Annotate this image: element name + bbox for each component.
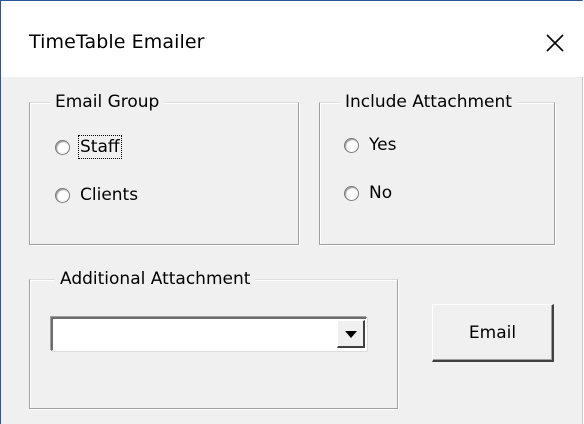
- attachment-combobox[interactable]: [51, 317, 367, 351]
- radio-button[interactable]: [55, 187, 70, 203]
- dropdown-button[interactable]: [337, 320, 365, 348]
- close-icon: [546, 34, 564, 52]
- include-attachment-label: Include Attachment: [340, 90, 517, 114]
- radio-label-yes: Yes: [369, 135, 397, 155]
- title-bar[interactable]: TimeTable Emailer: [1, 1, 583, 77]
- radio-yes[interactable]: Yes: [344, 132, 397, 158]
- radio-label-no: No: [369, 183, 393, 203]
- email-button[interactable]: Email: [432, 304, 554, 362]
- chevron-down-icon: [345, 331, 357, 338]
- radio-label-clients: Clients: [80, 185, 139, 205]
- radio-button[interactable]: [344, 185, 359, 201]
- email-group-frame: Email Group: [29, 90, 299, 245]
- window-title: TimeTable Emailer: [29, 31, 205, 53]
- radio-button[interactable]: [344, 137, 359, 153]
- close-button[interactable]: [532, 21, 578, 65]
- radio-no[interactable]: No: [344, 180, 393, 206]
- additional-attachment-label: Additional Attachment: [55, 267, 256, 291]
- radio-button[interactable]: [55, 139, 70, 155]
- dialog-window: TimeTable Emailer Email Group Staff Clie…: [0, 0, 583, 424]
- radio-label-staff: Staff: [78, 135, 122, 159]
- radio-clients[interactable]: Clients: [55, 182, 139, 208]
- radio-staff[interactable]: Staff: [55, 134, 122, 160]
- include-attachment-frame: Include Attachment: [319, 90, 555, 245]
- email-group-label: Email Group: [50, 90, 165, 114]
